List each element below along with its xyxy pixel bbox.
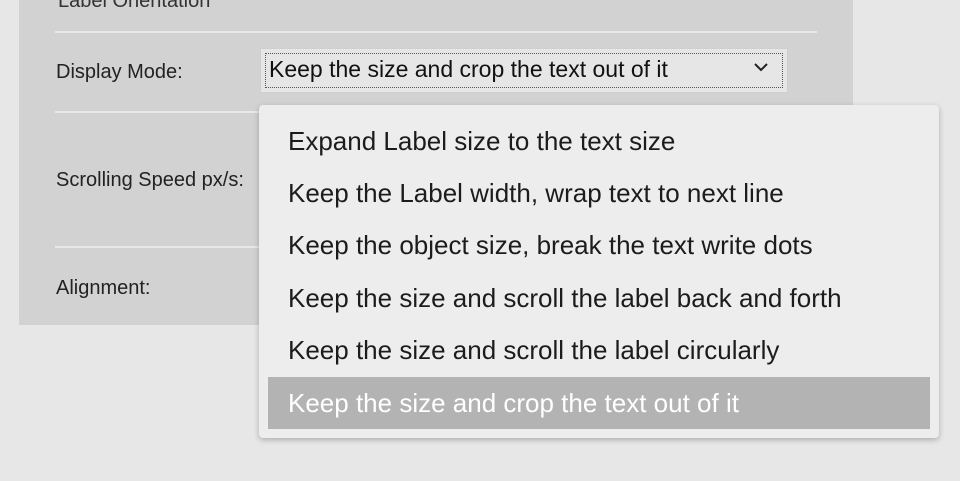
divider bbox=[55, 31, 817, 33]
option-wrap-text[interactable]: Keep the Label width, wrap text to next … bbox=[268, 167, 930, 219]
option-scroll-back-forth[interactable]: Keep the size and scroll the label back … bbox=[268, 272, 930, 324]
option-scroll-circularly[interactable]: Keep the size and scroll the label circu… bbox=[268, 324, 930, 376]
scrolling-speed-label: Scrolling Speed px/s: bbox=[56, 169, 244, 191]
display-mode-label: Display Mode: bbox=[56, 61, 183, 83]
display-mode-select[interactable]: Keep the size and crop the text out of i… bbox=[260, 48, 788, 93]
alignment-label: Alignment: bbox=[56, 277, 151, 299]
chevron-down-icon[interactable] bbox=[753, 59, 769, 75]
cut-off-label: Label Orientation bbox=[58, 0, 211, 12]
display-mode-dropdown: Expand Label size to the text size Keep … bbox=[259, 105, 939, 438]
option-crop-text[interactable]: Keep the size and crop the text out of i… bbox=[268, 377, 930, 429]
option-break-text-dots[interactable]: Keep the object size, break the text wri… bbox=[268, 219, 930, 271]
option-expand-label[interactable]: Expand Label size to the text size bbox=[268, 115, 930, 167]
display-mode-value: Keep the size and crop the text out of i… bbox=[269, 56, 668, 82]
